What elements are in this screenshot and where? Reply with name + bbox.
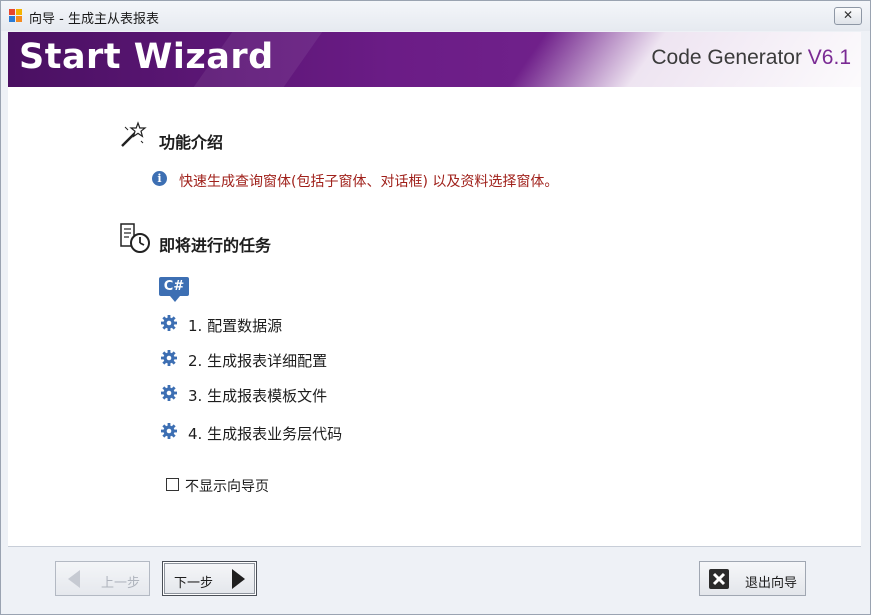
close-x-icon: [709, 569, 729, 589]
exit-button-label: 退出向导: [745, 576, 798, 591]
next-button-label: 下一步: [174, 576, 214, 591]
intro-description: 快速生成查询窗体(包括子窗体、对话框) 以及资料选择窗体。: [179, 174, 559, 190]
banner-title: Start Wizard: [19, 37, 274, 77]
window-title: 向导 - 生成主从表报表: [29, 12, 159, 27]
intro-heading: 功能介绍: [159, 133, 224, 152]
csharp-icon: C#: [159, 277, 189, 302]
gear-icon: [161, 385, 177, 401]
wizard-window: 向导 - 生成主从表报表 ✕ Start Wizard Code Generat…: [0, 0, 871, 615]
gear-icon: [161, 423, 177, 439]
wizard-content: 功能介绍 i 快速生成查询窗体(包括子窗体、对话框) 以及资料选择窗体。 即将进…: [8, 87, 861, 547]
app-logo-icon: [9, 9, 23, 23]
task-label: 3. 生成报表模板文件: [188, 387, 328, 405]
title-bar: 向导 - 生成主从表报表 ✕: [1, 1, 870, 31]
tasks-heading: 即将进行的任务: [159, 236, 272, 255]
prev-button-label: 上一步: [101, 576, 141, 591]
arrow-right-icon: [232, 569, 245, 589]
gear-icon: [161, 315, 177, 331]
task-label: 4. 生成报表业务层代码: [188, 425, 343, 443]
task-schedule-icon: [120, 223, 150, 253]
gear-icon: [161, 350, 177, 366]
task-label: 2. 生成报表详细配置: [188, 352, 328, 370]
exit-button[interactable]: 退出向导: [699, 561, 806, 596]
close-button[interactable]: ✕: [834, 7, 862, 25]
prev-button[interactable]: 上一步: [55, 561, 150, 596]
magic-wand-icon: [121, 121, 147, 147]
next-button[interactable]: 下一步: [162, 561, 257, 596]
dont-show-checkbox[interactable]: [166, 478, 179, 491]
product-name: Code Generator V6.1: [651, 46, 851, 70]
product-version: V6.1: [807, 46, 851, 69]
arrow-left-icon: [68, 570, 80, 588]
info-icon: i: [152, 171, 167, 186]
header-banner: Start Wizard Code Generator V6.1: [8, 32, 861, 87]
task-label: 1. 配置数据源: [188, 317, 283, 335]
dont-show-label[interactable]: 不显示向导页: [185, 476, 269, 496]
product-label: Code Generator: [651, 46, 802, 69]
